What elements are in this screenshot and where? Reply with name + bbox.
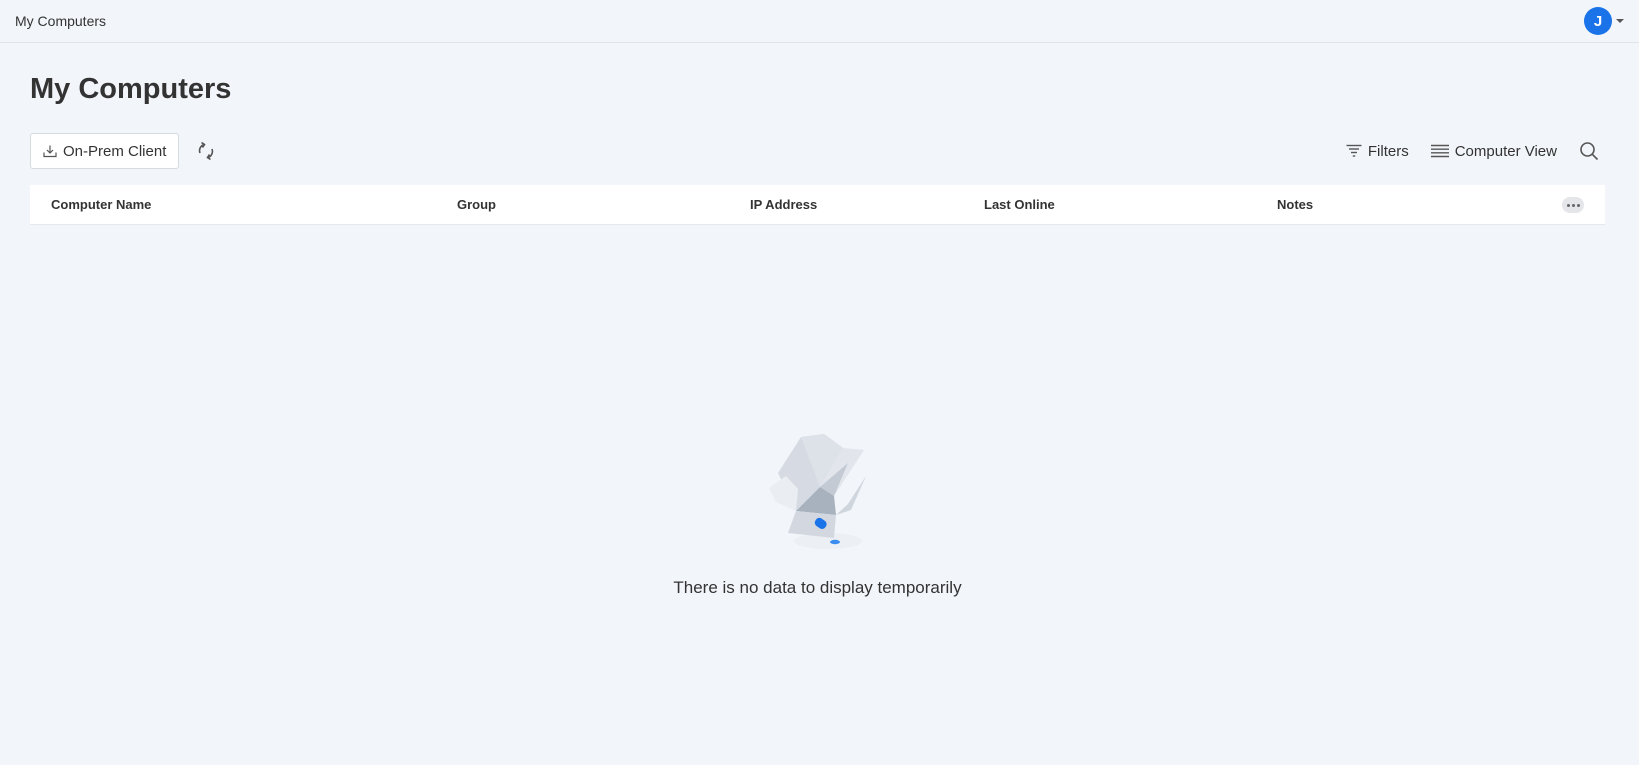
column-header-group[interactable]: Group — [457, 185, 496, 225]
column-header-notes[interactable]: Notes — [1277, 185, 1313, 225]
app-title: My Computers — [15, 13, 107, 29]
dot-icon — [1566, 203, 1570, 207]
filters-label: Filters — [1367, 142, 1409, 160]
avatar[interactable]: J — [1584, 7, 1612, 35]
refresh-icon — [199, 141, 214, 161]
top-bar: My Computers J — [0, 0, 1639, 43]
column-header-last-online[interactable]: Last Online — [984, 185, 1055, 225]
dot-icon — [1571, 203, 1575, 207]
on-prem-client-label: On-Prem Client — [63, 142, 167, 160]
column-header-ip-address[interactable]: IP Address — [750, 185, 817, 225]
toolbar: On-Prem Client Filters Computer View — [30, 133, 1609, 169]
table-header: Computer Name Group IP Address Last Onli… — [30, 185, 1605, 225]
search-button[interactable] — [1579, 141, 1599, 161]
user-menu[interactable]: J — [1584, 7, 1624, 35]
computer-view-label: Computer View — [1454, 142, 1557, 160]
main-content: My Computers On-Prem Client Filters Comp… — [0, 72, 1639, 225]
caret-down-icon[interactable] — [1616, 19, 1624, 23]
list-view-icon — [1430, 144, 1449, 158]
on-prem-client-button[interactable]: On-Prem Client — [30, 133, 180, 169]
refresh-button[interactable] — [195, 140, 217, 162]
more-options-button[interactable] — [1562, 197, 1584, 213]
filter-icon — [1346, 144, 1362, 157]
column-header-computer-name[interactable]: Computer Name — [51, 185, 151, 225]
dot-icon — [1576, 203, 1580, 207]
download-icon — [43, 145, 57, 158]
filters-button[interactable]: Filters — [1346, 143, 1409, 160]
search-icon — [1580, 142, 1599, 161]
computer-view-button[interactable]: Computer View — [1430, 142, 1557, 160]
empty-state: There is no data to display temporarily — [30, 430, 1605, 598]
empty-box-icon — [768, 434, 866, 549]
page-title: My Computers — [30, 73, 232, 105]
empty-state-message: There is no data to display temporarily — [673, 578, 962, 597]
